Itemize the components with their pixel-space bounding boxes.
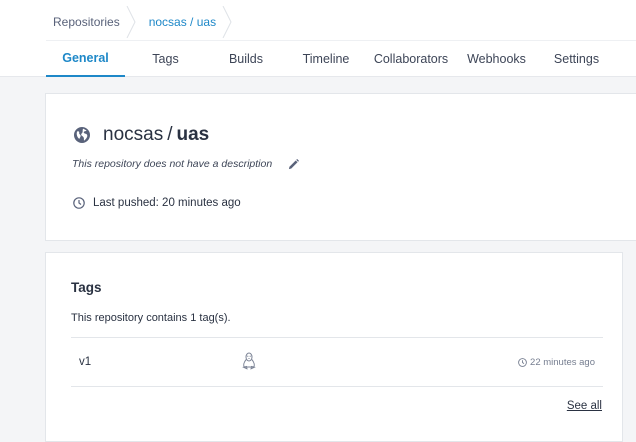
repo-name: uas (176, 124, 210, 145)
repo-title: nocsas / uas (73, 124, 209, 146)
see-all-link[interactable]: See all (567, 400, 602, 412)
tags-count: This repository contains 1 tag(s). (71, 312, 231, 324)
last-pushed: Last pushed: 20 minutes ago (73, 197, 241, 209)
chevron-right-icon (126, 6, 136, 38)
repo-description: This repository does not have a descript… (72, 158, 300, 170)
pencil-icon[interactable] (288, 158, 300, 170)
clock-icon (518, 358, 527, 367)
tag-time: 22 minutes ago (518, 357, 595, 368)
breadcrumb-label[interactable]: Repositories (40, 15, 126, 29)
tab-general[interactable]: General (46, 41, 125, 77)
chevron-right-icon (222, 6, 232, 38)
tab-timeline[interactable]: Timeline (286, 41, 366, 77)
tab-builds[interactable]: Builds (206, 41, 286, 77)
globe-icon (74, 127, 90, 143)
tab-settings[interactable]: Settings (537, 41, 616, 77)
breadcrumb-item-repositories[interactable]: Repositories (40, 6, 136, 38)
clock-icon (73, 197, 85, 209)
breadcrumb: Repositories nocsas / uas (40, 6, 232, 38)
repo-namespace: nocsas (103, 124, 164, 145)
repo-separator: / (167, 124, 173, 145)
repo-info-card: nocsas / uas This repository does not ha… (45, 93, 636, 241)
tags-heading: Tags (71, 280, 102, 295)
linux-icon (242, 352, 256, 370)
tab-webhooks[interactable]: Webhooks (456, 41, 537, 77)
tag-name[interactable]: v1 (79, 356, 91, 368)
breadcrumb-label[interactable]: nocsas / uas (136, 15, 222, 29)
tag-time-text: 22 minutes ago (530, 357, 595, 368)
top-bar: Repositories nocsas / uas General Tags B… (0, 0, 636, 77)
tab-bar: General Tags Builds Timeline Collaborato… (46, 40, 636, 77)
tags-card: Tags This repository contains 1 tag(s). … (45, 252, 623, 442)
last-pushed-text: Last pushed: 20 minutes ago (93, 197, 241, 209)
table-row[interactable]: v1 22 minutes ago (71, 337, 603, 387)
breadcrumb-item-repo[interactable]: nocsas / uas (136, 6, 232, 38)
tab-collaborators[interactable]: Collaborators (366, 41, 456, 77)
repo-description-text: This repository does not have a descript… (72, 158, 273, 170)
tab-tags[interactable]: Tags (125, 41, 206, 77)
